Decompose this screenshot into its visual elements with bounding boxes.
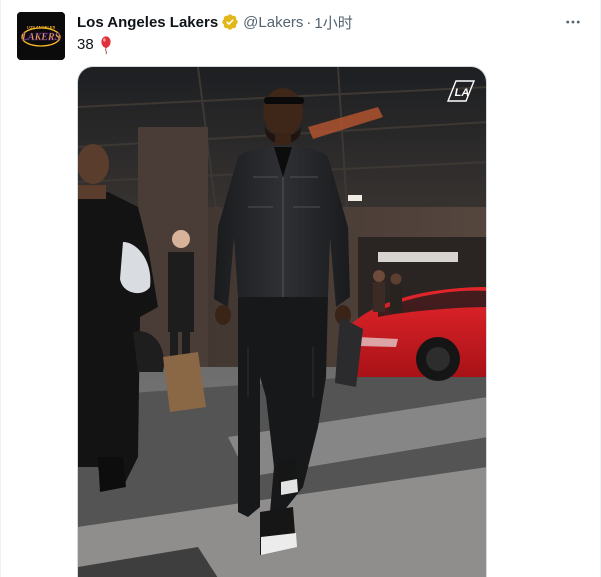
avatar-logo-city: LOS ANGELES	[27, 25, 56, 30]
display-name[interactable]: Los Angeles Lakers	[77, 14, 218, 31]
verified-badge-icon	[222, 14, 238, 30]
separator-dot: ·	[306, 13, 312, 31]
tweet-text: 38	[77, 35, 114, 55]
avatar[interactable]: LOS ANGELES LAKERS	[17, 12, 65, 60]
more-options-icon	[566, 20, 580, 24]
lakers-logo-icon: LOS ANGELES LAKERS	[17, 12, 65, 60]
tweet-header: Los Angeles Lakers @Lakers · 1小时	[77, 12, 353, 32]
avatar-logo-text: LAKERS	[21, 32, 61, 43]
user-handle[interactable]: @Lakers	[243, 14, 303, 31]
balloon-emoji	[101, 36, 111, 55]
tweet-photo[interactable]: LA	[77, 66, 487, 577]
photo-image: LA	[78, 67, 486, 577]
timestamp[interactable]: 1小时	[314, 12, 352, 33]
tweet-text-content: 38	[77, 36, 94, 53]
more-options-button[interactable]	[562, 12, 584, 32]
tweet-card[interactable]: LOS ANGELES LAKERS Los Angeles Lakers @L…	[0, 0, 601, 577]
watermark-text: LA	[455, 87, 470, 99]
